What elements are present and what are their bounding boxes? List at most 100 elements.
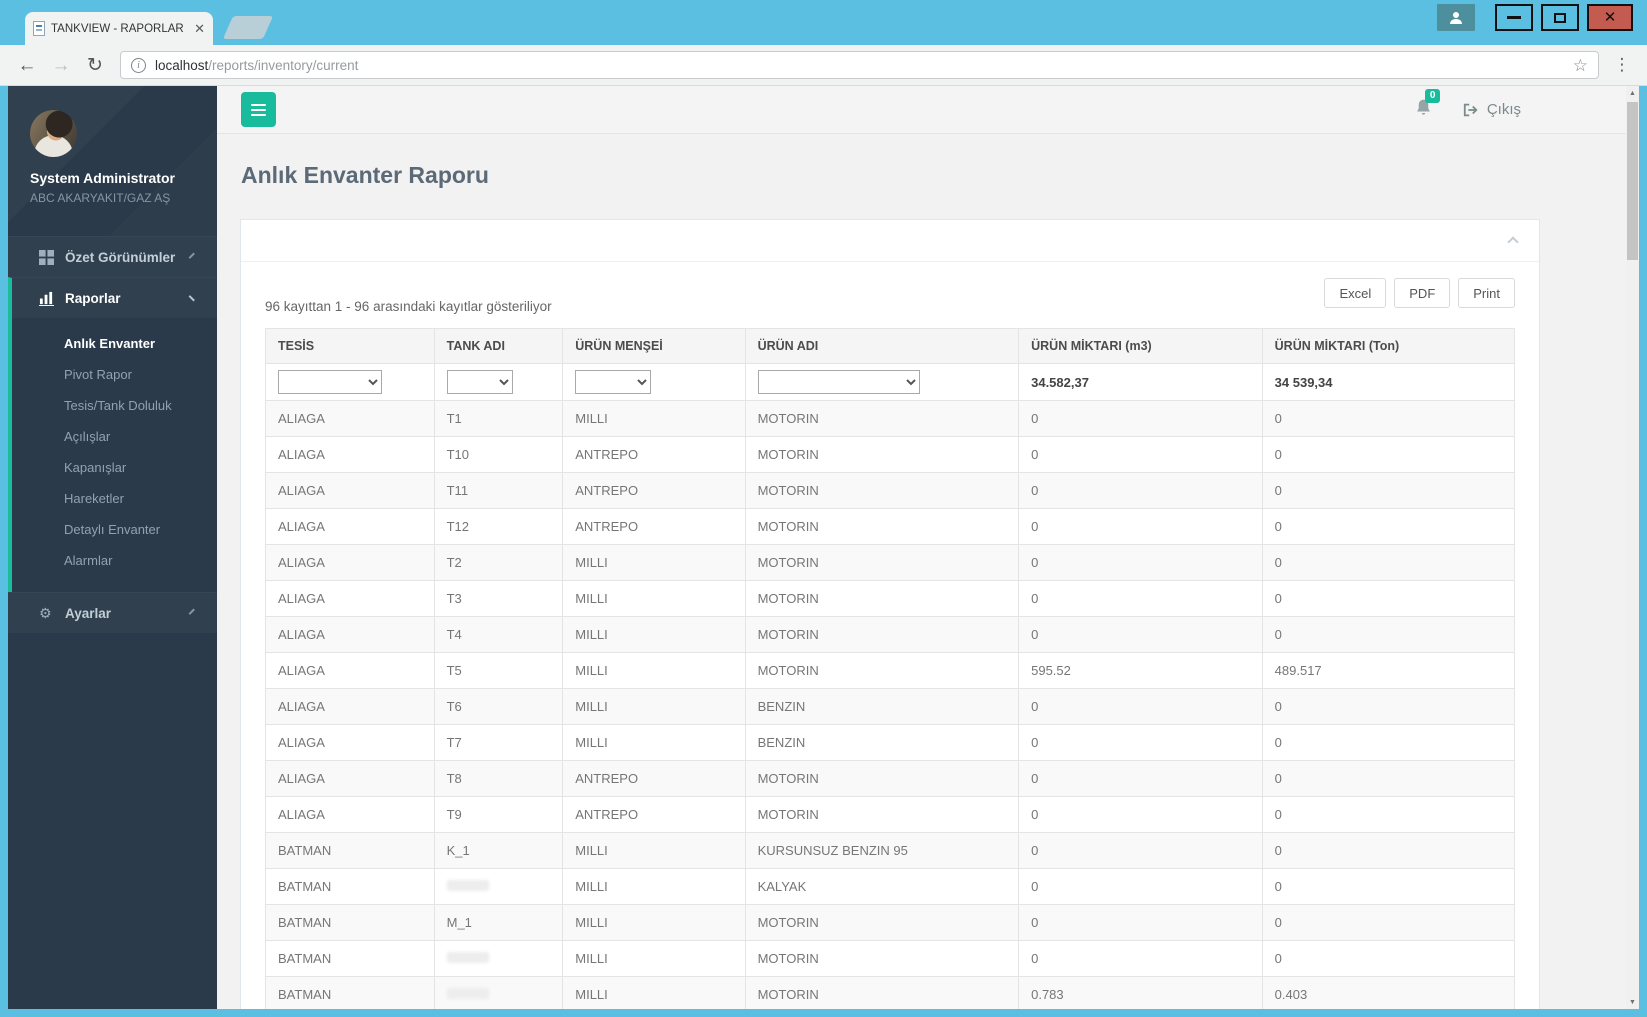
cell-tank: T11 bbox=[433, 472, 564, 509]
browser-tab[interactable]: TANKVIEW - RAPORLAR ✕ bbox=[25, 12, 213, 45]
cell-mensei: ANTREPO bbox=[562, 760, 746, 797]
report-table: TESİS TANK ADI ÜRÜN MENŞEİ ÜRÜN ADI ÜRÜN… bbox=[265, 328, 1516, 1009]
tab-title: TANKVIEW - RAPORLAR bbox=[51, 22, 184, 35]
cell-tesis: BATMAN bbox=[265, 832, 435, 869]
cell-mensei: MILLI bbox=[562, 976, 746, 1009]
print-export-button[interactable]: Print bbox=[1458, 278, 1515, 308]
scroll-down-icon[interactable]: ▼ bbox=[1626, 995, 1639, 1009]
profile-button[interactable] bbox=[1437, 4, 1475, 31]
cell-tesis: ALIAGA bbox=[265, 508, 435, 545]
redacted-tank-name bbox=[446, 952, 489, 963]
browser-menu-icon[interactable]: ⋮ bbox=[1609, 55, 1635, 75]
column-header-urun-miktari-m3[interactable]: ÜRÜN MİKTARI (m3) bbox=[1018, 328, 1263, 364]
cell-m3: 0 bbox=[1018, 940, 1263, 977]
close-icon: ✕ bbox=[1603, 9, 1617, 26]
sidebar-item-hareketler[interactable]: Hareketler bbox=[12, 483, 217, 514]
cell-ton: 0 bbox=[1261, 796, 1516, 833]
column-header-urun-adi[interactable]: ÜRÜN ADI bbox=[744, 328, 1020, 364]
records-info-text: 96 kayıttan 1 - 96 arasındaki kayıtlar g… bbox=[265, 299, 552, 314]
table-row: BATMAN K_1 MILLI KURSUNSUZ BENZIN 95 0 0 bbox=[265, 832, 1516, 869]
column-header-urun-mensei[interactable]: ÜRÜN MENŞEİ bbox=[562, 328, 746, 364]
page-info-icon[interactable]: i bbox=[131, 57, 146, 73]
cell-mensei: MILLI bbox=[562, 904, 746, 941]
page-scrollbar[interactable]: ▲ ▼ bbox=[1626, 86, 1639, 1009]
cell-tank bbox=[433, 868, 564, 905]
sidebar-item-raporlar[interactable]: Raporlar bbox=[8, 277, 217, 318]
close-button[interactable]: ✕ bbox=[1587, 4, 1633, 31]
table-header-row: TESİS TANK ADI ÜRÜN MENŞEİ ÜRÜN ADI ÜRÜN… bbox=[265, 328, 1516, 364]
cell-mensei: MILLI bbox=[562, 580, 746, 617]
back-button[interactable]: ← bbox=[12, 56, 42, 75]
column-header-urun-miktari-ton[interactable]: ÜRÜN MİKTARI (Ton) bbox=[1261, 328, 1516, 364]
sidebar-item-kapanislar[interactable]: Kapanışlar bbox=[12, 452, 217, 483]
cell-urun: MOTORIN bbox=[744, 508, 1020, 545]
cell-tank: K_1 bbox=[433, 832, 564, 869]
cell-tesis: ALIAGA bbox=[265, 436, 435, 473]
cell-urun: MOTORIN bbox=[744, 580, 1020, 617]
sidebar: System Administrator ABC AKARYAKIT/GAZ A… bbox=[8, 86, 217, 1009]
grid-icon bbox=[39, 249, 54, 265]
sidebar-item-detayli-envanter[interactable]: Detaylı Envanter bbox=[12, 514, 217, 545]
cell-mensei: MILLI bbox=[562, 724, 746, 761]
notifications-button[interactable]: 0 bbox=[1414, 88, 1441, 122]
scroll-up-icon[interactable]: ▲ bbox=[1626, 86, 1639, 100]
sidebar-item-pivot-rapor[interactable]: Pivot Rapor bbox=[12, 359, 217, 390]
urun-mensei-filter-select[interactable] bbox=[575, 370, 652, 394]
excel-export-button[interactable]: Excel bbox=[1324, 278, 1387, 308]
cell-ton: 0 bbox=[1261, 688, 1516, 725]
cell-tank: T5 bbox=[433, 652, 564, 689]
table-row: BATMAN M_1 MILLI MOTORIN 0 0 bbox=[265, 904, 1516, 941]
cell-m3: 0 bbox=[1018, 796, 1263, 833]
tab-close-icon[interactable]: ✕ bbox=[194, 22, 205, 35]
cell-m3: 0 bbox=[1018, 760, 1263, 797]
column-header-tank-adi[interactable]: TANK ADI bbox=[433, 328, 564, 364]
cell-mensei: ANTREPO bbox=[562, 508, 746, 545]
collapse-chevron-up-icon[interactable] bbox=[1507, 236, 1519, 248]
tank-adi-filter-select[interactable] bbox=[446, 370, 513, 394]
cell-tank: T9 bbox=[433, 796, 564, 833]
cell-tank: T8 bbox=[433, 760, 564, 797]
column-header-tesis[interactable]: TESİS bbox=[265, 328, 435, 364]
sidebar-toggle-button[interactable] bbox=[241, 92, 276, 127]
cell-tesis: BATMAN bbox=[265, 868, 435, 905]
cell-tank: T2 bbox=[433, 544, 564, 581]
maximize-button[interactable] bbox=[1541, 4, 1579, 31]
cell-urun: MOTORIN bbox=[744, 940, 1020, 977]
sidebar-item-anlik-envanter[interactable]: Anlık Envanter bbox=[12, 328, 217, 359]
table-body: ALIAGA T1 MILLI MOTORIN 0 0 ALIAGA T10 ANTREPO MO… bbox=[265, 400, 1516, 1009]
table-row: ALIAGA T4 MILLI MOTORIN 0 0 bbox=[265, 616, 1516, 653]
urun-adi-filter-select[interactable] bbox=[757, 370, 920, 394]
tesis-filter-select[interactable] bbox=[278, 370, 382, 394]
titlebar: TANKVIEW - RAPORLAR ✕ ✕ bbox=[0, 0, 1647, 45]
pdf-export-button[interactable]: PDF bbox=[1394, 278, 1451, 308]
bookmark-star-icon[interactable]: ☆ bbox=[1573, 57, 1588, 74]
cell-ton: 0 bbox=[1261, 400, 1516, 437]
cell-ton: 0 bbox=[1261, 904, 1516, 941]
user-name: System Administrator bbox=[30, 170, 175, 186]
browser-window: TANKVIEW - RAPORLAR ✕ ✕ ← → ↻ i localhos… bbox=[0, 0, 1647, 1017]
sidebar-item-ozet-gorunumler[interactable]: Özet Görünümler bbox=[8, 236, 217, 277]
minimize-button[interactable] bbox=[1495, 4, 1533, 31]
sidebar-item-alarmlar[interactable]: Alarmlar bbox=[12, 545, 217, 576]
cell-urun: MOTORIN bbox=[744, 796, 1020, 833]
forward-button[interactable]: → bbox=[46, 56, 76, 75]
chevron-down-icon bbox=[188, 291, 199, 301]
sidebar-item-acilislar[interactable]: Açılışlar bbox=[12, 421, 217, 452]
sidebar-item-ayarlar[interactable]: ⚙ Ayarlar bbox=[8, 592, 217, 633]
new-tab-button[interactable] bbox=[222, 16, 274, 39]
cell-ton: 0 bbox=[1261, 940, 1516, 977]
cell-tank: T3 bbox=[433, 580, 564, 617]
cell-mensei: ANTREPO bbox=[562, 436, 746, 473]
gears-icon: ⚙ bbox=[39, 604, 52, 621]
refresh-button[interactable]: ↻ bbox=[80, 56, 110, 75]
cell-m3: 0 bbox=[1018, 616, 1263, 653]
logout-button[interactable]: Çıkış bbox=[1463, 101, 1521, 118]
sidebar-item-tesis-tank-doluluk[interactable]: Tesis/Tank Doluluk bbox=[12, 390, 217, 421]
cell-ton: 0.403 bbox=[1261, 976, 1516, 1009]
cell-m3: 0 bbox=[1018, 400, 1263, 437]
cell-tesis: ALIAGA bbox=[265, 472, 435, 509]
cell-mensei: MILLI bbox=[562, 544, 746, 581]
address-bar[interactable]: i localhost/reports/inventory/current ☆ bbox=[120, 51, 1599, 79]
cell-ton: 0 bbox=[1261, 616, 1516, 653]
scrollbar-thumb[interactable] bbox=[1627, 102, 1638, 260]
